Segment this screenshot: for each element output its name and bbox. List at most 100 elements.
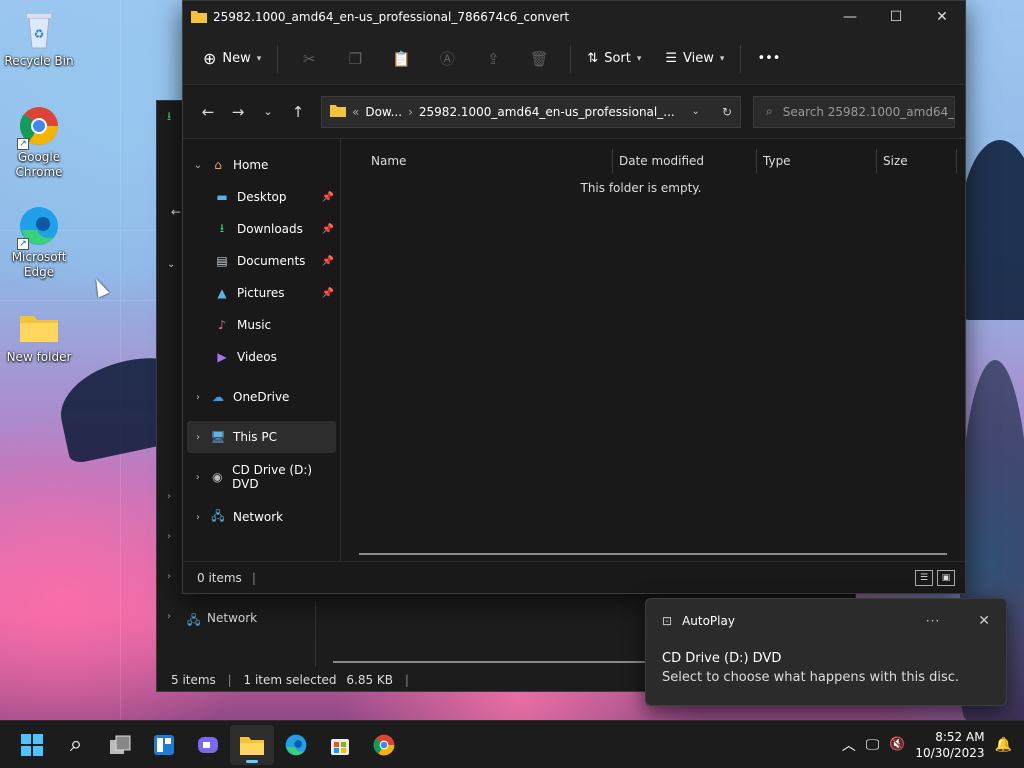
sidebar-item-music[interactable]: ♪ Music (183, 309, 340, 341)
title-bar[interactable]: 25982.1000_amd64_en-us_professional_7866… (183, 1, 965, 33)
sidebar-item-desktop[interactable]: ▬ Desktop 📌 (183, 181, 340, 213)
pin-icon: 📌 (321, 191, 334, 203)
address-dropdown-chevron-icon[interactable]: ⌄ (692, 106, 700, 117)
chevron-right-icon[interactable]: › (187, 512, 209, 523)
expand-chevron-icon[interactable]: › (167, 611, 171, 622)
forward-arrow-icon[interactable]: → (223, 97, 253, 127)
file-explorer-window[interactable]: 25982.1000_amd64_en-us_professional_7866… (182, 0, 966, 594)
volume-muted-icon[interactable]: 🔇 (889, 737, 905, 752)
chevron-down-icon[interactable]: ⌄ (167, 259, 175, 270)
chevron-right-icon[interactable]: › (187, 472, 209, 483)
autoplay-notification[interactable]: ⊡ AutoPlay ··· ✕ CD Drive (D:) DVD Selec… (645, 598, 1007, 706)
paste-icon[interactable]: 📋 (385, 43, 417, 75)
expand-chevron-icon[interactable]: › (167, 571, 171, 582)
widgets-button[interactable] (142, 725, 186, 765)
column-header-size[interactable]: Size (877, 149, 957, 173)
desktop-icon-new-folder[interactable]: New folder (4, 304, 74, 365)
details-view-icon[interactable]: ☰ (915, 569, 933, 586)
minimize-button[interactable]: — (827, 1, 873, 33)
sidebar-item-videos[interactable]: ▶ Videos (183, 341, 340, 373)
store-taskbar-button[interactable] (318, 725, 362, 765)
status-selected: 1 item selected (243, 673, 337, 687)
sidebar-item-home[interactable]: ⌄ ⌂ Home (183, 149, 340, 181)
task-view-button[interactable] (98, 725, 142, 765)
sort-button[interactable]: ⇅ Sort ▾ (579, 43, 649, 75)
expand-chevron-icon[interactable]: › (167, 491, 171, 502)
chevron-right-icon[interactable]: › (187, 392, 209, 403)
folder-icon (240, 736, 264, 755)
close-button[interactable]: ✕ (919, 1, 965, 33)
sidebar-item-network[interactable]: Network (207, 611, 257, 625)
chevron-right-icon[interactable]: › (187, 432, 209, 443)
column-header-type[interactable]: Type (757, 149, 877, 173)
horizontal-scrollbar[interactable] (333, 661, 645, 663)
back-arrow-icon[interactable]: ← (171, 205, 181, 219)
desktop-icon-recycle-bin[interactable]: ♻ Recycle Bin (4, 8, 74, 69)
more-options-button[interactable]: ••• (749, 43, 788, 75)
desktop-icon-microsoft-edge[interactable]: ↗ Microsoft Edge (4, 204, 74, 280)
chrome-taskbar-button[interactable] (362, 725, 406, 765)
breadcrumb-downloads[interactable]: Dow... (365, 105, 402, 119)
file-list[interactable]: Name Date modified Type Size This folder… (341, 139, 965, 561)
network-icon: 🖧 (211, 508, 225, 523)
back-arrow-icon[interactable]: ← (193, 97, 223, 127)
folder-icon (330, 103, 346, 120)
share-icon[interactable]: ⇪ (477, 43, 509, 75)
column-header-name[interactable]: Name (341, 149, 613, 173)
view-button[interactable]: ☰ View ▾ (657, 43, 732, 75)
chevron-down-icon[interactable]: ⌄ (187, 160, 209, 171)
chevron-down-icon: ▾ (256, 53, 262, 64)
notification-center-icon[interactable]: 🔔 (995, 737, 1012, 753)
clock-time: 8:52 AM (935, 729, 985, 744)
new-button[interactable]: ⊕ New ▾ (195, 43, 269, 75)
recent-locations-chevron-icon[interactable]: ⌄ (253, 97, 283, 127)
overflow-breadcrumb[interactable]: « (352, 105, 359, 119)
delete-icon[interactable]: 🗑 (523, 43, 555, 75)
notification-more-button[interactable]: ··· (926, 614, 940, 628)
expand-chevron-icon[interactable]: › (167, 531, 171, 542)
sidebar-item-pictures[interactable]: ▲ Pictures 📌 (183, 277, 340, 309)
show-hidden-icons-chevron-icon[interactable]: ︿ (842, 735, 856, 755)
address-bar[interactable]: « Dow... › 25982.1000_amd64_en-us_profes… (321, 95, 741, 128)
horizontal-scrollbar[interactable] (359, 553, 947, 555)
autoplay-icon: ⊡ (662, 614, 673, 628)
column-header-date-modified[interactable]: Date modified (613, 149, 757, 173)
download-icon: ⭳ (167, 109, 172, 123)
divider (740, 44, 742, 73)
sidebar-item-network[interactable]: › 🖧 Network (183, 501, 340, 533)
sidebar-item-downloads[interactable]: ⭳ Downloads 📌 (183, 213, 340, 245)
cut-icon[interactable]: ✂ (293, 43, 325, 75)
notification-close-button[interactable]: ✕ (978, 613, 990, 629)
computer-icon: 🖥 (210, 430, 226, 444)
network-icon: 🖧 (187, 613, 201, 627)
desktop-icon-google-chrome[interactable]: ↗ Google Chrome (4, 104, 74, 180)
download-icon: ⭳ (219, 220, 225, 235)
start-button[interactable] (10, 725, 54, 765)
file-explorer-taskbar-button[interactable] (230, 724, 274, 765)
sidebar-item-label: Videos (237, 350, 277, 364)
videos-icon: ▶ (217, 350, 227, 364)
teams-chat-button[interactable] (186, 725, 230, 765)
window-title: 25982.1000_amd64_en-us_professional_7866… (213, 10, 570, 24)
sidebar-item-cd-drive[interactable]: › ◉ CD Drive (D:) DVD (183, 461, 340, 493)
svg-text:♻: ♻ (34, 27, 45, 41)
network-status-icon[interactable]: 🖵 (866, 737, 880, 753)
desktop-icon: ▬ (216, 190, 228, 204)
edge-taskbar-button[interactable] (274, 725, 318, 765)
clock[interactable]: 8:52 AM 10/30/2023 (915, 729, 984, 761)
sidebar-item-onedrive[interactable]: › ☁ OneDrive (183, 381, 340, 413)
search-input[interactable]: Search 25982.1000_amd64_e... (783, 105, 954, 119)
up-arrow-icon[interactable]: ↑ (283, 97, 313, 127)
large-icons-view-icon[interactable]: ▣ (937, 569, 955, 586)
search-button[interactable]: ⌕ (54, 725, 98, 765)
breadcrumb-current-folder[interactable]: 25982.1000_amd64_en-us_professional_... (419, 105, 675, 119)
search-box[interactable]: ⌕ Search 25982.1000_amd64_e... (753, 95, 955, 128)
sidebar-item-this-pc[interactable]: › 🖥 This PC (187, 421, 336, 453)
sidebar-item-documents[interactable]: ▤ Documents 📌 (183, 245, 340, 277)
refresh-icon[interactable]: ↻ (722, 105, 732, 119)
task-view-icon (110, 735, 131, 754)
notification-app-name: AutoPlay (682, 614, 735, 628)
copy-icon[interactable]: ❐ (339, 43, 371, 75)
maximize-button[interactable]: ☐ (873, 1, 919, 33)
rename-icon[interactable]: Ⓐ (431, 43, 463, 75)
